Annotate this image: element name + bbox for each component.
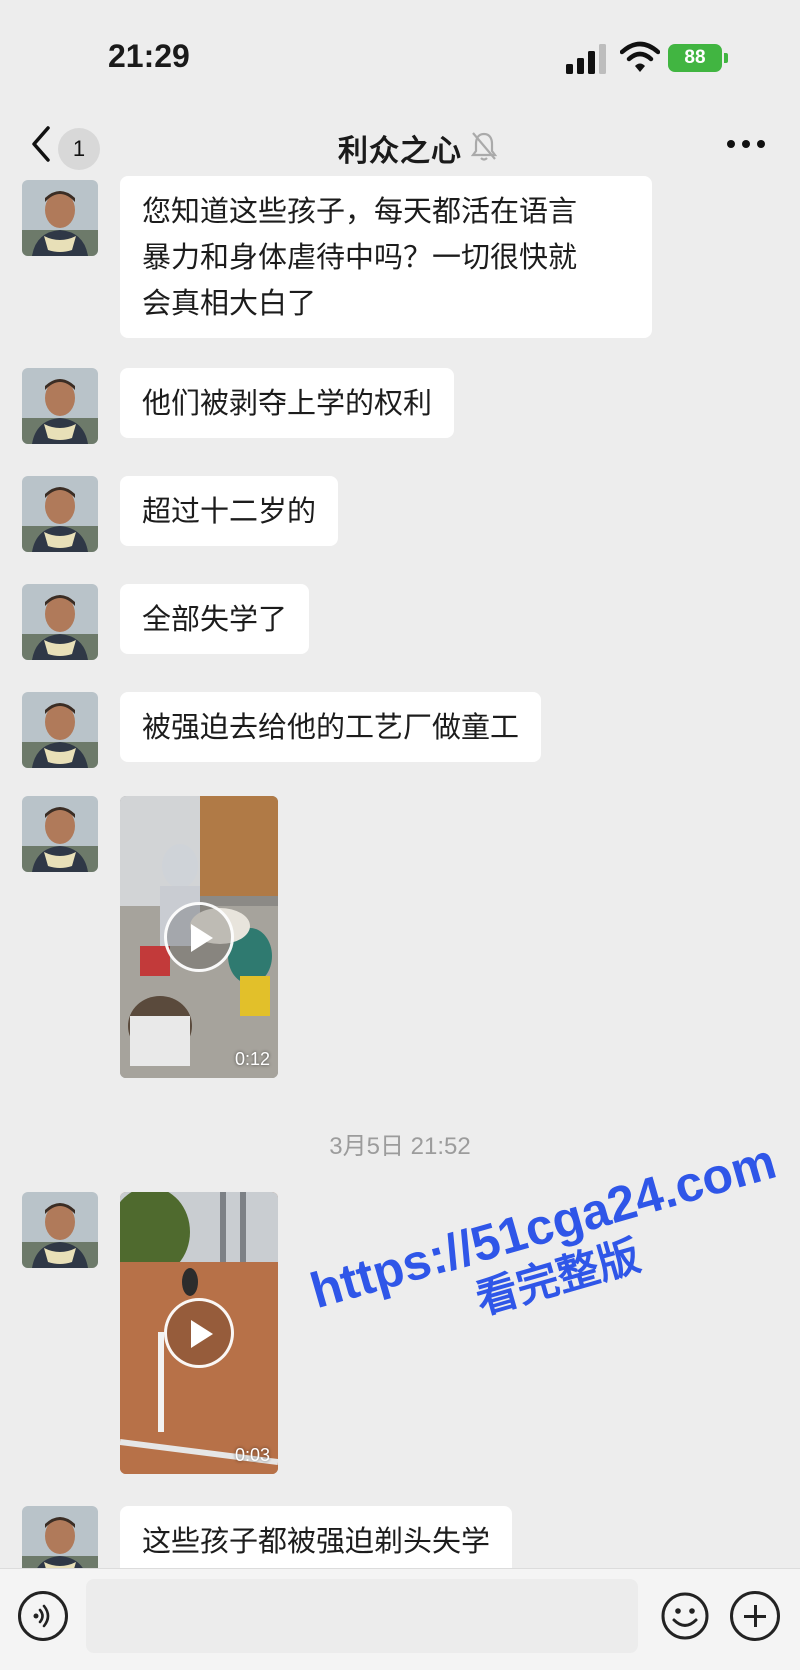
avatar-image [22,180,98,256]
message-text: 超过十二岁的 [142,494,317,528]
avatar[interactable] [22,476,98,552]
message-bubble[interactable]: 全部失学了 [120,584,310,654]
avatar-image [22,692,98,768]
avatar[interactable] [22,796,98,872]
status-bar: 21:29 88 [0,0,800,120]
video-duration: 0:03 [234,1445,270,1465]
message-line: 您知道这些孩子，每天都活在语言 [142,194,578,228]
chat-header: 1 利众之心 [0,108,800,184]
avatar-image [22,584,98,660]
message-bubble[interactable]: 他们被剥夺上学的权利 [120,368,455,438]
avatar[interactable] [22,692,98,768]
mute-icon [470,132,498,161]
watermark: https://51cga24.com 看完整版 [285,1126,800,1373]
avatar-image [22,796,98,872]
message-text: 他们被剥夺上学的权利 [142,386,433,420]
video-message[interactable]: 0:12 [120,796,278,1078]
message-bubble[interactable]: 这些孩子都被强迫剃头失学 [120,1506,513,1576]
wifi-icon [620,41,660,72]
avatar[interactable] [22,368,98,444]
message-input[interactable] [86,1579,638,1653]
video-duration: 0:12 [234,1049,270,1069]
plus-icon[interactable] [730,1591,780,1641]
battery-tip [724,53,728,63]
voice-icon [33,1604,50,1628]
message-bubble[interactable]: 超过十二岁的 [120,476,339,546]
play-button[interactable] [164,1298,234,1368]
emoji-icon[interactable] [660,1591,710,1641]
avatar[interactable] [22,584,98,660]
play-icon [191,1320,213,1348]
video-message[interactable]: 0:03 [120,1192,278,1474]
play-button[interactable] [164,902,234,972]
message-text: 全部失学了 [142,602,288,636]
avatar[interactable] [22,180,98,256]
avatar[interactable] [22,1192,98,1268]
signal-icon [566,44,606,74]
message-text: 这些孩子都被强迫剃头失学 [142,1524,491,1558]
avatar-image [22,1192,98,1268]
play-icon [191,924,213,952]
input-bar [0,1568,800,1670]
avatar-image [22,368,98,444]
battery-indicator: 88 [668,44,722,72]
chat-title: 利众之心 [338,134,462,169]
avatar-image [22,476,98,552]
more-icon[interactable] [726,136,766,152]
message-text: 被强迫去给他的工艺厂做童工 [142,710,520,744]
message-line: 会真相大白了 [142,286,317,320]
voice-button[interactable] [18,1591,68,1641]
status-time: 21:29 [108,38,190,74]
message-bubble[interactable]: 被强迫去给他的工艺厂做童工 [120,692,542,762]
message-line: 暴力和身体虐待中吗？一切很快就 [142,240,578,274]
message-bubble[interactable]: 您知道这些孩子，每天都活在语言 暴力和身体虐待中吗？一切很快就 会真相大白了 [120,176,652,338]
